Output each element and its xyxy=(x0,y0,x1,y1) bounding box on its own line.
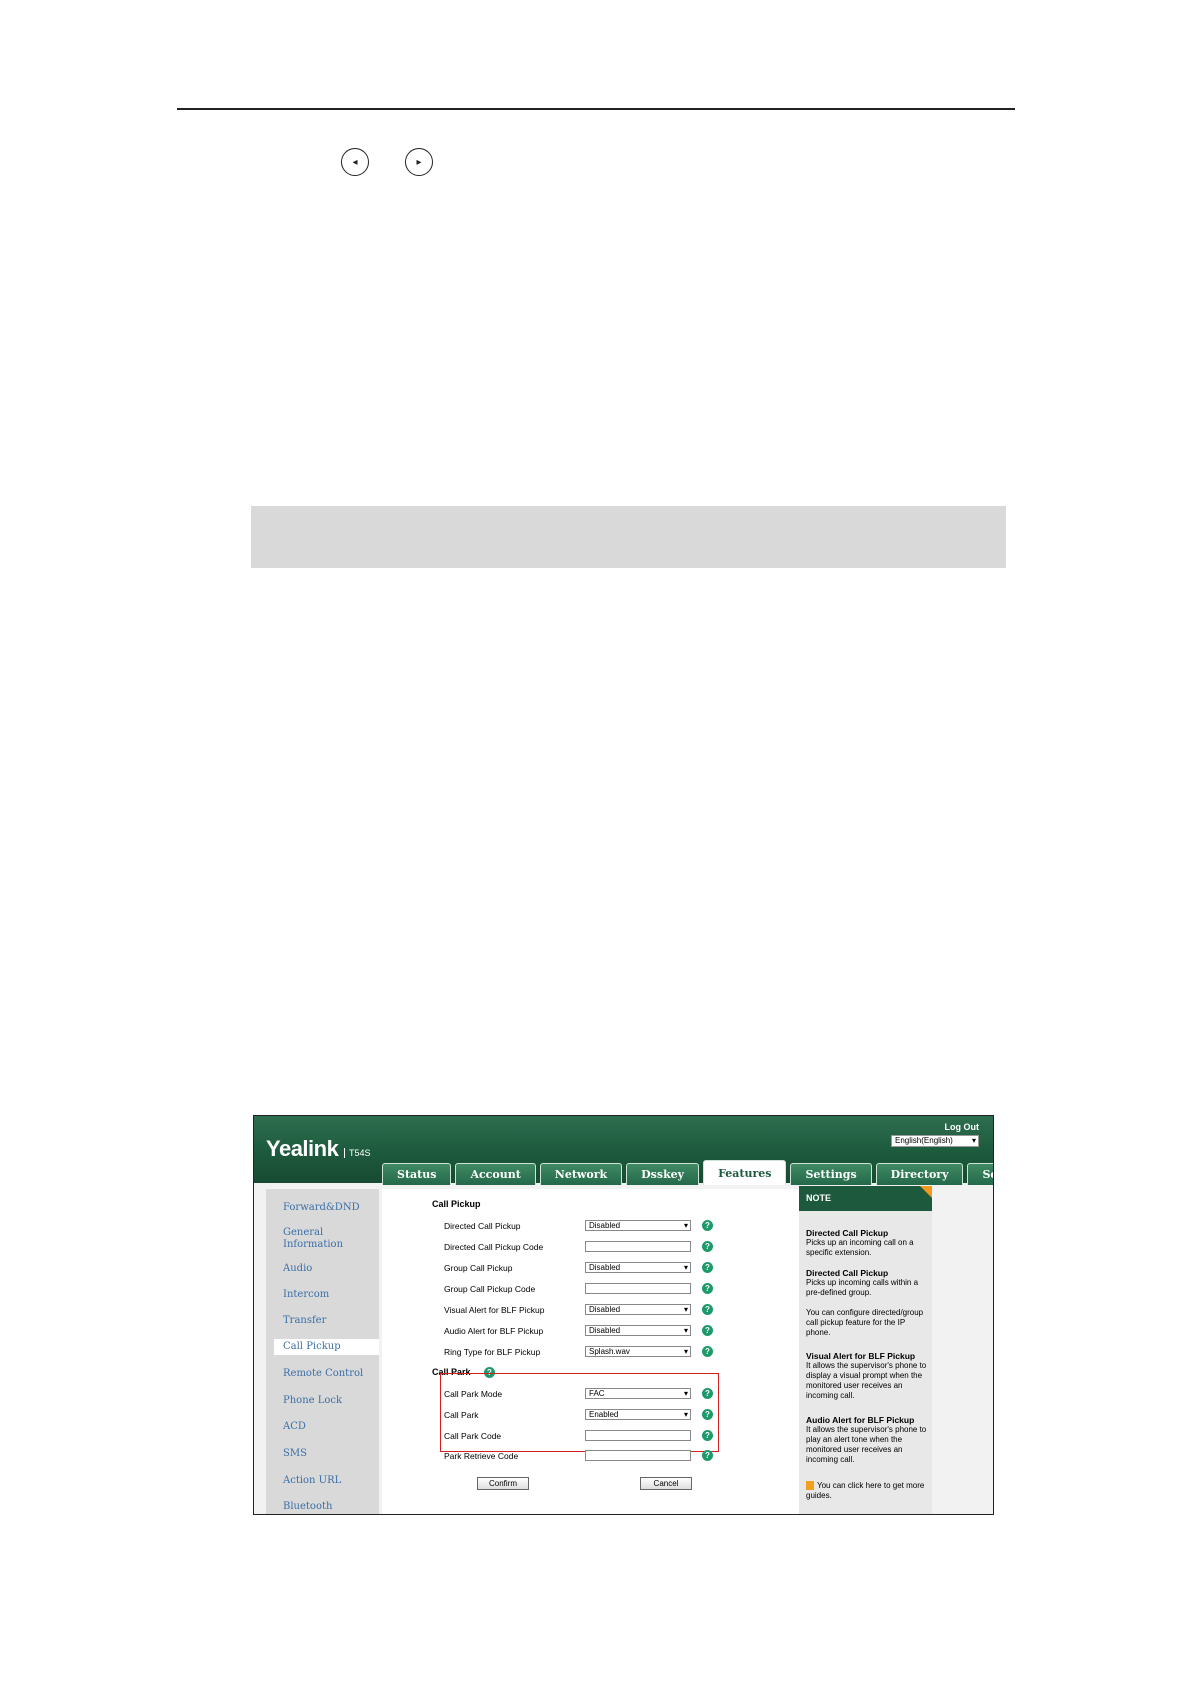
note-text: Picks up incoming calls within a pre-def… xyxy=(806,1278,919,1297)
group-call-pickup-code-input[interactable] xyxy=(585,1283,691,1294)
note-text: You can configure directed/group call pi… xyxy=(806,1308,924,1337)
note-title: NOTE xyxy=(799,1186,932,1211)
help-icon[interactable]: ? xyxy=(702,1450,713,1461)
field-label: Ring Type for BLF Pickup xyxy=(444,1347,541,1357)
park-retrieve-code-input[interactable] xyxy=(585,1450,691,1461)
call-pickup-heading: Call Pickup xyxy=(432,1199,481,1209)
help-icon[interactable]: ? xyxy=(702,1409,713,1420)
help-icon[interactable]: ? xyxy=(702,1304,713,1315)
help-icon[interactable]: ? xyxy=(702,1346,713,1357)
main-tabs: Status Account Network Dsskey Features S… xyxy=(382,1160,993,1185)
field-label: Call Park Code xyxy=(444,1431,502,1441)
help-icon[interactable]: ? xyxy=(702,1220,713,1231)
sidebar-item-phone-lock[interactable]: Phone Lock xyxy=(283,1395,342,1407)
tab-directory[interactable]: Directory xyxy=(875,1163,964,1185)
sidebar-item-sms[interactable]: SMS xyxy=(283,1448,307,1460)
call-park-code-input[interactable] xyxy=(585,1430,691,1441)
tab-features[interactable]: Features xyxy=(703,1160,787,1185)
guide-link[interactable]: You can click here to get more guides. xyxy=(806,1481,928,1501)
field-label: Audio Alert for BLF Pickup xyxy=(444,1326,544,1336)
right-navigation-key-icon: ▸ xyxy=(405,148,433,176)
sidebar-item-general-information[interactable]: General Information xyxy=(283,1227,353,1251)
call-park-select[interactable]: Enabled xyxy=(585,1409,691,1420)
tab-status[interactable]: Status xyxy=(382,1163,452,1185)
tab-account[interactable]: Account xyxy=(455,1163,536,1185)
field-label: Group Call Pickup Code xyxy=(444,1284,536,1294)
left-navigation-key-icon: ◂ xyxy=(341,148,369,176)
tab-dsskey[interactable]: Dsskey xyxy=(626,1163,700,1185)
field-label: Park Retrieve Code xyxy=(444,1451,519,1461)
field-label: Directed Call Pickup xyxy=(444,1221,521,1231)
directed-call-pickup-code-input[interactable] xyxy=(585,1241,691,1252)
model-label: T54S xyxy=(344,1148,371,1158)
note-heading: Visual Alert for BLF Pickup xyxy=(806,1351,916,1361)
tab-network[interactable]: Network xyxy=(539,1163,623,1185)
field-label: Group Call Pickup xyxy=(444,1263,513,1273)
help-icon[interactable]: ? xyxy=(702,1241,713,1252)
sidebar-item-intercom[interactable]: Intercom xyxy=(283,1289,329,1301)
field-label: Visual Alert for BLF Pickup xyxy=(444,1305,545,1315)
sidebar-item-audio[interactable]: Audio xyxy=(283,1263,312,1275)
field-label: Call Park Mode xyxy=(444,1389,503,1399)
note-heading: Directed Call Pickup xyxy=(806,1268,889,1278)
group-call-pickup-select[interactable]: Disabled xyxy=(585,1262,691,1273)
sidebar-item-remote-control[interactable]: Remote Control xyxy=(283,1368,363,1380)
tab-security[interactable]: Security xyxy=(967,1163,993,1185)
sidebar-item-call-pickup[interactable]: Call Pickup xyxy=(274,1339,379,1355)
sidebar-item-bluetooth[interactable]: Bluetooth xyxy=(283,1501,332,1513)
tab-settings[interactable]: Settings xyxy=(790,1163,872,1185)
header-rule xyxy=(177,108,1015,110)
sidebar: Forward&DND General Information Audio In… xyxy=(266,1189,379,1514)
yealink-logo: Yealink xyxy=(266,1136,339,1161)
help-icon[interactable]: ? xyxy=(702,1430,713,1441)
note-text: It allows the supervisor's phone to disp… xyxy=(806,1361,927,1400)
settings-panel: Call Pickup Directed Call Pickup Disable… xyxy=(382,1189,799,1514)
help-icon[interactable]: ? xyxy=(702,1325,713,1336)
audio-alert-blf-select[interactable]: Disabled xyxy=(585,1325,691,1336)
note-text: Picks up an incoming call on a specific … xyxy=(806,1238,914,1257)
note-heading: Directed Call Pickup xyxy=(806,1228,889,1238)
field-label: Call Park xyxy=(444,1410,479,1420)
sidebar-item-acd[interactable]: ACD xyxy=(283,1421,306,1433)
help-icon[interactable]: ? xyxy=(702,1388,713,1399)
cancel-button[interactable]: Cancel xyxy=(640,1477,692,1490)
sidebar-item-transfer[interactable]: Transfer xyxy=(283,1315,326,1327)
web-ui-screenshot: Yealink T54S Log Out English(English) St… xyxy=(253,1115,994,1515)
note-panel: NOTE Directed Call Pickup Picks up an in… xyxy=(799,1186,932,1514)
note-band xyxy=(251,506,1006,568)
help-icon[interactable]: ? xyxy=(702,1283,713,1294)
note-text: It allows the supervisor's phone to play… xyxy=(806,1425,927,1464)
logout-link[interactable]: Log Out xyxy=(945,1122,980,1132)
directed-call-pickup-select[interactable]: Disabled xyxy=(585,1220,691,1231)
call-park-mode-select[interactable]: FAC xyxy=(585,1388,691,1399)
sidebar-item-action-url[interactable]: Action URL xyxy=(283,1475,341,1487)
language-select[interactable]: English(English) xyxy=(891,1135,979,1147)
field-label: Directed Call Pickup Code xyxy=(444,1242,544,1252)
confirm-button[interactable]: Confirm xyxy=(477,1477,529,1490)
help-icon[interactable]: ? xyxy=(702,1262,713,1273)
note-heading: Audio Alert for BLF Pickup xyxy=(806,1415,915,1425)
guide-book-icon xyxy=(806,1481,814,1491)
web-ui-header: Yealink T54S Log Out English(English) St… xyxy=(254,1116,993,1185)
ring-type-blf-select[interactable]: Splash.wav xyxy=(585,1346,691,1357)
sidebar-item-forward-dnd[interactable]: Forward&DND xyxy=(283,1202,360,1214)
visual-alert-blf-select[interactable]: Disabled xyxy=(585,1304,691,1315)
